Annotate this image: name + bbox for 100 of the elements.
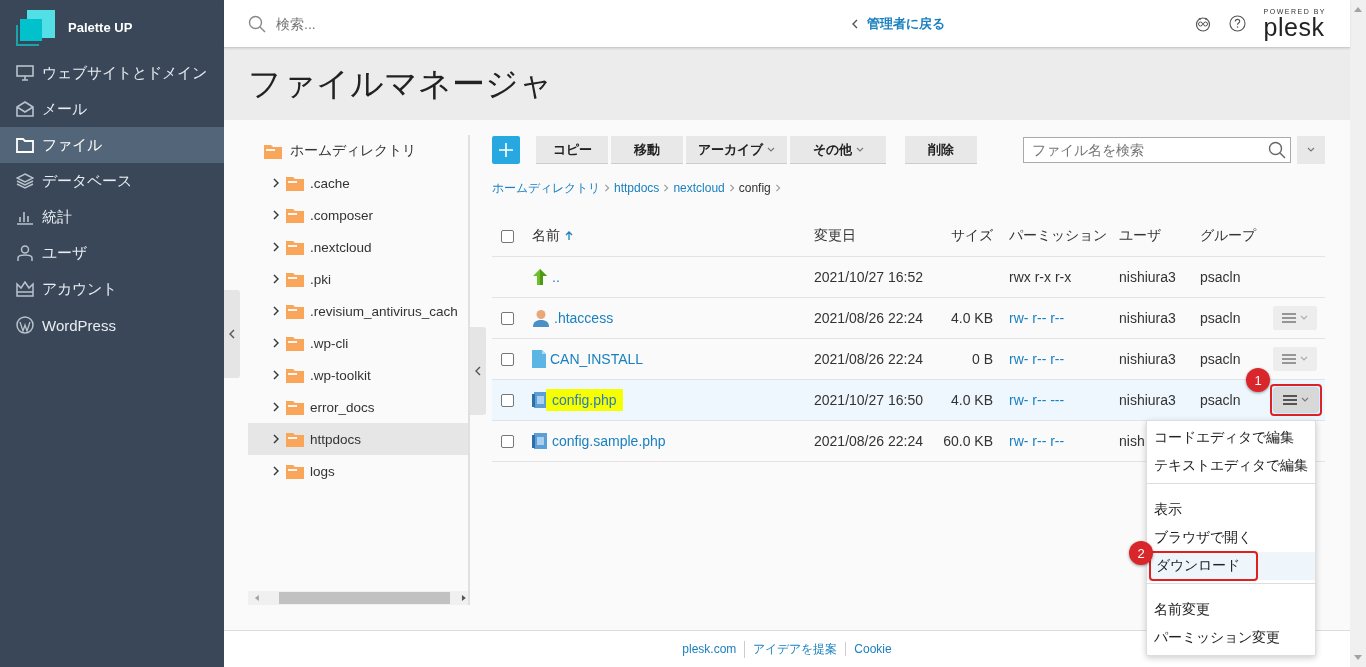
file-name-link[interactable]: CAN_INSTALL: [550, 351, 644, 367]
table-cell: rwx r-x r-x: [1009, 269, 1072, 285]
chevron-right-icon[interactable]: [272, 306, 280, 316]
menu-item[interactable]: パーミッション変更: [1154, 624, 1280, 652]
chevron-right-icon[interactable]: [272, 210, 280, 220]
breadcrumb-link[interactable]: nextcloud: [673, 181, 725, 195]
search-icon: [248, 14, 266, 33]
permission-link[interactable]: rw- r-- r--: [1009, 351, 1065, 367]
menu-item[interactable]: ダウンロード: [1149, 551, 1258, 581]
menu-item[interactable]: 表示: [1154, 496, 1182, 524]
menu-item[interactable]: テキストエディタで編集: [1154, 452, 1308, 480]
chevron-left-icon: [850, 18, 859, 29]
search-field[interactable]: 検索...: [274, 14, 478, 33]
folder-icon: [286, 239, 304, 255]
toolbar-button[interactable]: 削除: [905, 136, 977, 164]
chevron-right-icon[interactable]: [272, 274, 280, 284]
horizontal-scrollbar[interactable]: [248, 591, 468, 605]
file-icon: [532, 350, 546, 368]
permission-link[interactable]: rw- r-- r--: [1009, 310, 1065, 326]
breadcrumb-current: config: [738, 181, 771, 195]
tree-item[interactable]: .composer: [248, 199, 468, 231]
permission-link[interactable]: rw- r-- ---: [1009, 392, 1065, 408]
sidebar-item[interactable]: ファイル: [0, 127, 224, 163]
column-header[interactable]: ユーザ: [1119, 227, 1161, 245]
footer-link[interactable]: plesk.com: [674, 642, 745, 656]
table-cell: psacln: [1200, 269, 1241, 285]
tree-item[interactable]: httpdocs: [248, 423, 468, 455]
folder-icon: [286, 175, 304, 191]
menu-icon: [1282, 354, 1296, 364]
breadcrumb-link[interactable]: ホームディレクトリ: [492, 179, 600, 197]
plesk-logo[interactable]: plesk: [1263, 15, 1325, 39]
tree-item[interactable]: .nextcloud: [248, 231, 468, 263]
chevron-right-icon[interactable]: [272, 178, 280, 188]
table-cell: 2021/10/27 16:50: [814, 392, 923, 408]
row-checkbox[interactable]: [501, 311, 514, 325]
tree-collapse-handle[interactable]: [470, 327, 486, 415]
chevron-right-icon[interactable]: [272, 434, 280, 444]
tree-item[interactable]: .wp-toolkit: [248, 359, 468, 391]
chevron-right-icon[interactable]: [272, 242, 280, 252]
table-cell: psacln: [1200, 351, 1241, 367]
plus-icon: [498, 142, 514, 158]
bar-chart-icon: [16, 209, 34, 225]
select-all-checkbox[interactable]: [501, 229, 514, 243]
sidebar-item[interactable]: アカウント: [0, 271, 224, 307]
row-checkbox[interactable]: [501, 434, 514, 448]
scroll-right-icon[interactable]: [460, 594, 468, 602]
toolbar-button[interactable]: その他: [790, 136, 886, 164]
chevron-right-icon[interactable]: [272, 402, 280, 412]
chevron-right-icon: [663, 184, 670, 192]
sidebar-collapse-handle[interactable]: [224, 290, 240, 378]
sidebar-item[interactable]: ウェブサイトとドメイン: [0, 55, 224, 91]
folder-icon: [286, 431, 304, 447]
menu-item[interactable]: コードエディタで編集: [1154, 424, 1294, 452]
sidebar-item[interactable]: WordPress: [0, 307, 224, 343]
file-search-field[interactable]: ファイル名を検索: [1023, 137, 1291, 163]
search-icon[interactable]: [1268, 141, 1286, 159]
column-header[interactable]: グループ: [1200, 227, 1256, 245]
sidebar-item[interactable]: 統計: [0, 199, 224, 235]
toolbar-button[interactable]: 移動: [611, 136, 683, 164]
chevron-right-icon[interactable]: [272, 370, 280, 380]
tree-item[interactable]: .cache: [248, 167, 468, 199]
tree-item[interactable]: .pki: [248, 263, 468, 295]
chevron-right-icon[interactable]: [272, 466, 280, 476]
breadcrumb-link[interactable]: httpdocs: [614, 181, 660, 195]
toolbar-button[interactable]: コピー: [536, 136, 608, 164]
folder-icon: [286, 303, 304, 319]
column-header[interactable]: 変更日: [814, 227, 856, 245]
menu-item[interactable]: 名前変更: [1154, 596, 1210, 624]
chevron-right-icon[interactable]: [272, 338, 280, 348]
footer-link[interactable]: アイデアを提案: [744, 640, 846, 658]
toolbar-button[interactable]: アーカイブ: [686, 136, 787, 164]
tree-item[interactable]: .wp-cli: [248, 327, 468, 359]
row-checkbox[interactable]: [501, 393, 514, 407]
owl-icon[interactable]: [1194, 15, 1211, 32]
tree-item[interactable]: .revisium_antivirus_cach: [248, 295, 468, 327]
sidebar-item[interactable]: メール: [0, 91, 224, 127]
sidebar-item[interactable]: ユーザ: [0, 235, 224, 271]
column-header[interactable]: パーミッション: [1009, 227, 1107, 245]
chevron-right-icon: [774, 184, 781, 192]
footer-link[interactable]: Cookie: [845, 642, 900, 656]
file-name-link[interactable]: ..: [552, 269, 560, 285]
file-name-link[interactable]: .htaccess: [554, 310, 614, 326]
menu-item[interactable]: ブラウザで開く: [1154, 524, 1252, 552]
help-icon[interactable]: [1228, 15, 1246, 32]
file-name-link[interactable]: config.sample.php: [552, 433, 666, 449]
column-header[interactable]: サイズ: [951, 227, 993, 245]
back-link[interactable]: 管理者に戻る: [866, 14, 945, 33]
table-cell: nishiura3: [1119, 392, 1176, 408]
folder-icon: [286, 367, 304, 383]
permission-link[interactable]: rw- r-- r--: [1009, 433, 1065, 449]
table-cell: 4.0 KB: [950, 392, 993, 408]
column-header[interactable]: 名前: [532, 227, 560, 245]
sidebar-item[interactable]: データベース: [0, 163, 224, 199]
tree-item[interactable]: ホームディレクトリ: [248, 135, 468, 167]
envelope-icon: [16, 101, 34, 117]
file-icon: [532, 432, 548, 450]
row-checkbox[interactable]: [501, 352, 514, 366]
tree-item[interactable]: error_docs: [248, 391, 468, 423]
file-name-link[interactable]: config.php: [546, 389, 623, 411]
tree-item[interactable]: logs: [248, 455, 468, 487]
